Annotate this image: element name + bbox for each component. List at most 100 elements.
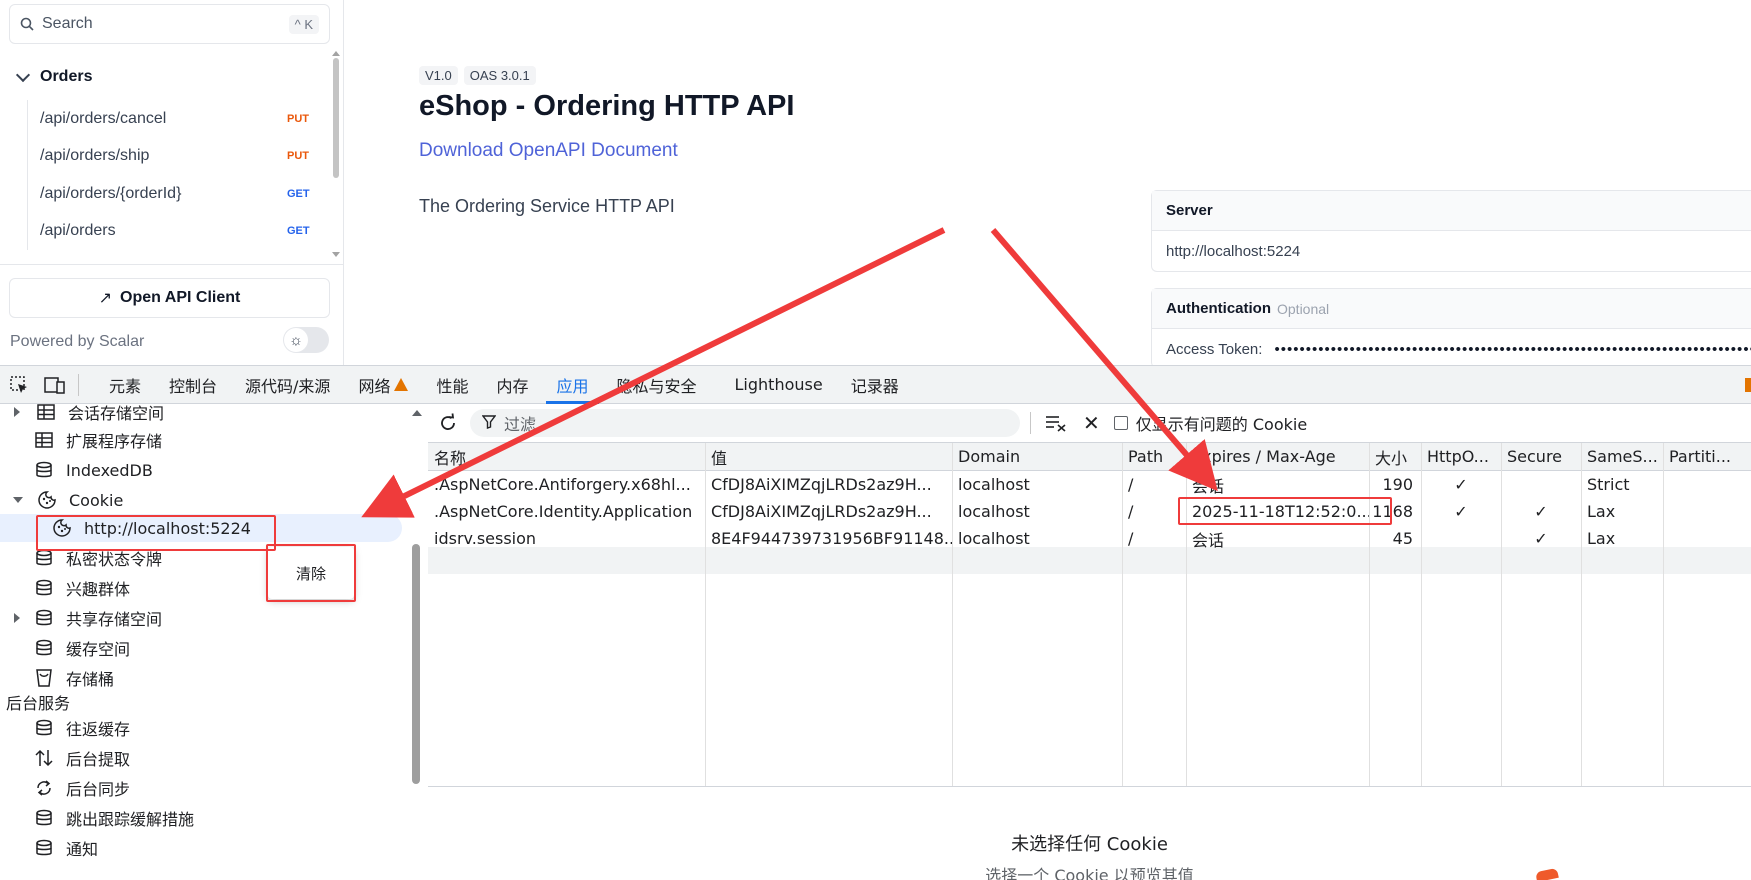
- clear-all-icon[interactable]: [1045, 412, 1067, 434]
- tab-label: 源代码/来源: [245, 376, 331, 396]
- tree-item-background-sync[interactable]: 后台同步: [34, 774, 130, 802]
- operation-item[interactable]: /api/orders/{orderId} GET: [28, 175, 317, 213]
- column-header-partition[interactable]: Partiti...: [1663, 443, 1751, 471]
- cookie-domain-cell[interactable]: localhost: [952, 525, 1122, 552]
- expand-caret-icon[interactable]: [14, 613, 20, 623]
- cookie-value-cell[interactable]: CfDJ8AiXIMZqjLRDs2az9H...: [705, 471, 952, 498]
- theme-toggle[interactable]: ☼: [283, 327, 329, 353]
- tree-item-notifications[interactable]: 通知: [34, 834, 98, 862]
- cookie-samesite-cell[interactable]: Lax: [1581, 525, 1663, 552]
- tab-network[interactable]: 网络: [344, 366, 422, 404]
- cookie-path-cell[interactable]: /: [1122, 471, 1186, 498]
- cookie-samesite-cell[interactable]: Lax: [1581, 498, 1663, 525]
- tab-lighthouse[interactable]: Lighthouse: [721, 366, 837, 404]
- cookie-secure-cell[interactable]: ✓: [1501, 525, 1581, 552]
- tree-item-interest-groups[interactable]: 兴趣群体: [34, 574, 130, 602]
- cookie-value-cell[interactable]: 8E4F944739731956BF91148...: [705, 525, 952, 552]
- operation-item[interactable]: /api/orders/cancel PUT: [28, 100, 317, 138]
- cookie-size-cell[interactable]: 190: [1369, 471, 1421, 498]
- server-header: Server: [1152, 191, 1751, 231]
- tab-application[interactable]: 应用: [542, 366, 602, 404]
- search-button[interactable]: Search ^ K: [9, 4, 330, 44]
- only-issues-checkbox[interactable]: [1113, 416, 1128, 430]
- tab-recorder[interactable]: 记录器: [837, 366, 913, 404]
- cookie-path-cell[interactable]: /: [1122, 498, 1186, 525]
- cookie-partition-cell[interactable]: [1663, 525, 1751, 552]
- issues-indicator[interactable]: [1745, 378, 1751, 392]
- tree-item-bounce-tracking[interactable]: 跳出跟踪缓解措施: [34, 804, 194, 832]
- tab-memory[interactable]: 内存: [482, 366, 542, 404]
- column-header-expires[interactable]: Expires / Max-Age: [1186, 443, 1369, 471]
- column-header-httponly[interactable]: HttpO...: [1421, 443, 1501, 471]
- scrollbar-thumb[interactable]: [412, 544, 420, 784]
- cookie-size-cell[interactable]: 45: [1369, 525, 1421, 552]
- download-openapi-link[interactable]: Download OpenAPI Document: [419, 140, 678, 162]
- device-toolbar-icon[interactable]: [44, 374, 66, 396]
- operation-item[interactable]: /api/orders GET: [28, 213, 317, 251]
- tree-item-session-storage[interactable]: 会话存储空间: [14, 398, 164, 426]
- cookie-value-cell[interactable]: CfDJ8AiXIMZqjLRDs2az9H...: [705, 498, 952, 525]
- cookie-secure-cell[interactable]: [1501, 471, 1581, 498]
- tree-item-storage-buckets[interactable]: 存储桶: [34, 664, 114, 692]
- cookie-domain-cell[interactable]: localhost: [952, 471, 1122, 498]
- filter-input[interactable]: 过滤: [470, 409, 1020, 437]
- column-header-size[interactable]: 大小: [1369, 443, 1421, 471]
- cookie-httponly-cell[interactable]: ✓: [1421, 498, 1501, 525]
- column-header-secure[interactable]: Secure: [1501, 443, 1581, 471]
- tree-item-bfcache[interactable]: 往返缓存: [34, 714, 130, 742]
- cookie-samesite-cell[interactable]: Strict: [1581, 471, 1663, 498]
- updown-arrows-icon: [34, 748, 54, 768]
- tag-group-orders[interactable]: Orders: [15, 67, 92, 86]
- cookie-secure-cell[interactable]: ✓: [1501, 498, 1581, 525]
- cookie-httponly-cell[interactable]: [1421, 525, 1501, 552]
- cookie-name-cell[interactable]: .AspNetCore.Identity.Application: [428, 498, 705, 525]
- close-icon[interactable]: ✕: [1083, 411, 1100, 435]
- scroll-up-arrow[interactable]: [332, 51, 340, 56]
- cookie-expires-cell[interactable]: 会话: [1186, 471, 1369, 498]
- tree-item-label: 后台同步: [66, 780, 131, 799]
- tree-item-background-fetch[interactable]: 后台提取: [34, 744, 130, 772]
- open-api-client-button[interactable]: ↗ Open API Client: [9, 278, 330, 318]
- sidebar-scrollbar[interactable]: [333, 58, 339, 178]
- powered-by[interactable]: Powered by Scalar: [10, 333, 144, 351]
- cookie-partition-cell[interactable]: [1663, 498, 1751, 525]
- sun-icon: ☼: [284, 328, 308, 352]
- tree-item-cookies[interactable]: Cookie: [13, 486, 123, 514]
- tab-performance[interactable]: 性能: [422, 366, 482, 404]
- cookie-path-cell[interactable]: /: [1122, 525, 1186, 552]
- tree-item-indexeddb[interactable]: IndexedDB: [34, 456, 153, 484]
- column-header-path[interactable]: Path: [1122, 443, 1186, 471]
- cookie-name-cell[interactable]: idsrv.session: [428, 525, 705, 552]
- scroll-up-arrow[interactable]: [412, 410, 422, 416]
- tree-item-extension-storage[interactable]: 扩展程序存储: [34, 426, 162, 454]
- refresh-icon[interactable]: [436, 411, 460, 435]
- expand-caret-icon[interactable]: [14, 407, 20, 417]
- cookie-name-cell[interactable]: .AspNetCore.Antiforgery.x68hl...: [428, 471, 705, 498]
- sidebar-scrollbar[interactable]: [412, 404, 428, 880]
- column-header-samesite[interactable]: SameS...: [1581, 443, 1663, 471]
- server-url[interactable]: http://localhost:5224: [1152, 231, 1751, 271]
- tree-item-label: 跳出跟踪缓解措施: [66, 810, 195, 829]
- cookie-partition-cell[interactable]: [1663, 471, 1751, 498]
- tab-sources[interactable]: 源代码/来源: [231, 366, 344, 404]
- scalar-api-reference: Search ^ K Orders /api/orders/cancel PUT…: [0, 0, 1751, 365]
- tab-privacy-security[interactable]: 隐私与安全: [603, 366, 711, 404]
- auth-title: Authentication: [1166, 300, 1271, 317]
- scroll-down-arrow[interactable]: [332, 252, 340, 257]
- method-badge: PUT: [287, 150, 309, 163]
- tree-item-shared-storage[interactable]: 共享存储空间: [14, 604, 162, 632]
- collapse-caret-icon[interactable]: [13, 497, 23, 503]
- cookie-httponly-cell[interactable]: ✓: [1421, 471, 1501, 498]
- highlight-box: [1178, 497, 1392, 525]
- access-token-input[interactable]: ••••••••••••••••••••••••••••••••••••••••…: [1274, 341, 1751, 358]
- inspect-element-icon[interactable]: [8, 374, 30, 396]
- tab-console[interactable]: 控制台: [155, 366, 231, 404]
- tree-item-cache-storage[interactable]: 缓存空间: [34, 634, 130, 662]
- column-header-domain[interactable]: Domain: [952, 443, 1122, 471]
- column-header-value[interactable]: 值: [705, 443, 952, 471]
- operation-item[interactable]: /api/orders/ship PUT: [28, 138, 317, 176]
- cookie-expires-cell[interactable]: 会话: [1186, 525, 1369, 552]
- cookie-domain-cell[interactable]: localhost: [952, 498, 1122, 525]
- arrow-up-right-icon: ↗: [98, 290, 113, 307]
- column-header-name[interactable]: 名称: [428, 443, 705, 471]
